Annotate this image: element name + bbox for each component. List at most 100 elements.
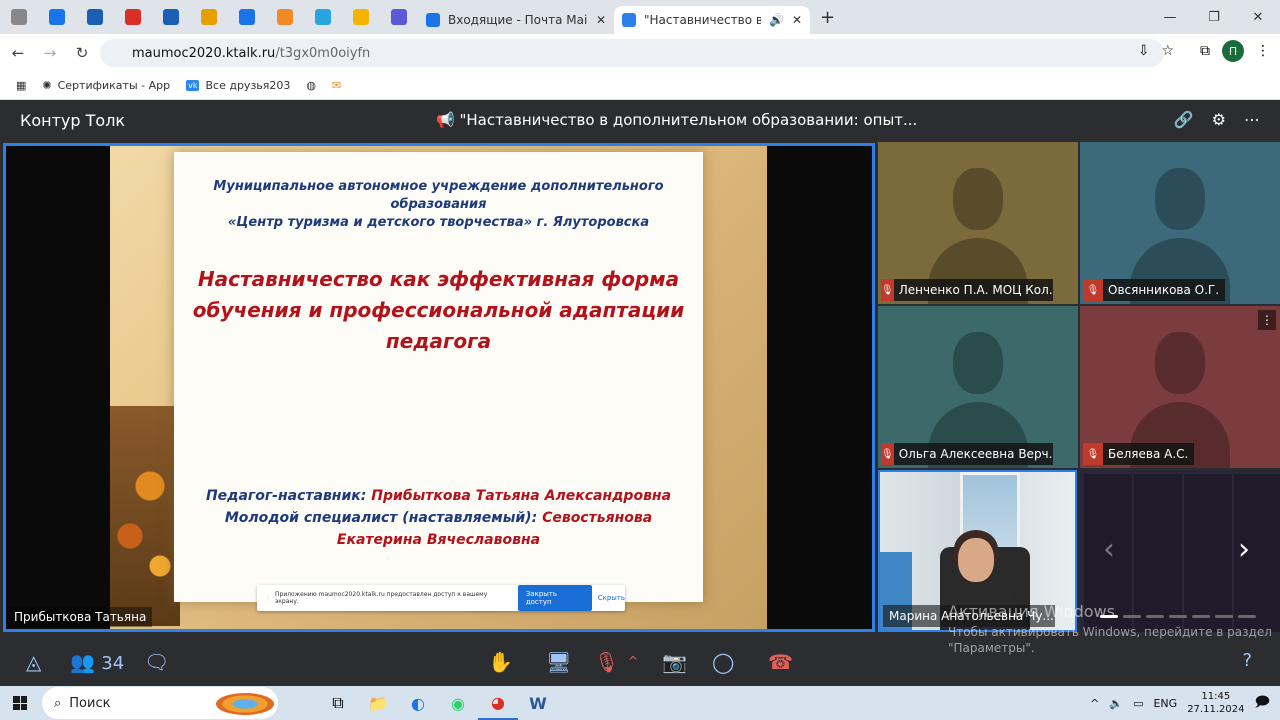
chevron-right-icon[interactable]: › — [1238, 532, 1250, 567]
stop-sharing-button[interactable]: Закрыть доступ — [517, 585, 592, 611]
chevron-up-icon[interactable]: ^ — [1090, 697, 1099, 710]
mic-muted-icon: 🎙 — [1083, 443, 1103, 465]
link-icon[interactable]: 🔗 — [1174, 110, 1194, 129]
maximize-button[interactable]: ❐ — [1192, 0, 1236, 34]
star-icon[interactable]: ☆ — [1161, 43, 1174, 59]
tab-ktalk[interactable]: "Наставничество в дополн 🔊 ✕ — [614, 6, 810, 34]
mail-bookmark-icon[interactable]: ✉ — [332, 79, 341, 92]
speaker-icon[interactable]: 🔊 — [769, 13, 784, 27]
close-icon[interactable]: ✕ — [792, 13, 802, 27]
meeting-title: 📢 "Наставничество в дополнительном образ… — [436, 111, 918, 129]
pinned-tab-icon[interactable] — [342, 0, 380, 34]
task-view-icon[interactable]: ⧉ — [318, 686, 358, 720]
profile-avatar[interactable]: П — [1222, 40, 1244, 62]
reload-button[interactable]: ↻ — [68, 44, 96, 62]
pinned-tab-icon[interactable] — [76, 0, 114, 34]
mic-muted-icon: 🎙 — [881, 279, 894, 301]
megaphone-icon: 📢 — [436, 111, 460, 129]
search-icon: ⌕ — [54, 695, 62, 711]
participant-tile[interactable]: 🎙 Ольга Алексеевна Верч... — [878, 306, 1078, 468]
drag-handle-icon[interactable]: ⋮ — [265, 595, 271, 602]
pinned-tab-icon[interactable] — [380, 0, 418, 34]
help-icon[interactable]: ? — [1242, 650, 1252, 671]
volume-icon[interactable]: 🔈 — [1109, 697, 1123, 710]
page-indicator — [1100, 615, 1256, 618]
record-icon[interactable]: ◯ — [712, 650, 734, 674]
chrome-icon[interactable]: ◕ — [478, 686, 518, 720]
whatsapp-icon[interactable]: ◉ — [438, 686, 478, 720]
taskbar-search[interactable]: ⌕ Поиск — [42, 687, 278, 719]
apps-grid-icon[interactable]: ▦ — [16, 79, 26, 92]
camera-off-icon[interactable]: 📷 — [662, 650, 687, 674]
menu-icon[interactable]: ⋮ — [1256, 43, 1270, 59]
pinned-tab-icon[interactable] — [152, 0, 190, 34]
tab-mail[interactable]: Входящие - Почта Mail ✕ — [418, 6, 614, 34]
tile-menu-icon[interactable]: ⋮ — [1258, 310, 1276, 330]
participant-tile[interactable]: 🎙 Овсянникова О.Г. — [1080, 142, 1280, 304]
hide-notice-link[interactable]: Скрыть — [598, 594, 625, 602]
screen-share-icon[interactable]: 🖥 — [546, 650, 571, 674]
chat-icon[interactable]: 🗨 — [144, 650, 169, 674]
pinned-tabs — [0, 0, 418, 34]
browser-tab-strip: Входящие - Почта Mail ✕ "Наставничество … — [0, 0, 1280, 34]
presentation-slide: Муниципальное автономное учреждение допо… — [110, 146, 767, 629]
more-icon[interactable]: ⋯ — [1244, 110, 1260, 129]
word-icon[interactable]: W — [518, 686, 558, 720]
slide-content: Муниципальное автономное учреждение допо… — [174, 152, 703, 602]
url-domain: maumoc2020.ktalk.ru — [132, 45, 276, 61]
bookmark-certificates[interactable]: ✺ Сертификаты - App — [42, 79, 170, 92]
file-explorer-icon[interactable]: 📁 — [358, 686, 398, 720]
system-tray: ^ 🔈 ▭ ENG 11:45 27.11.2024 🗩 — [1090, 686, 1270, 720]
hang-up-icon[interactable]: ☎ — [768, 650, 793, 674]
globe-icon[interactable]: ◍ — [306, 79, 316, 92]
tab-label: "Наставничество в дополн — [644, 13, 761, 27]
pinned-tab-icon[interactable] — [228, 0, 266, 34]
slide-organization: Муниципальное автономное учреждение допо… — [213, 179, 664, 230]
notification-icon[interactable]: 🗩 — [1254, 691, 1270, 715]
pinned-tab-icon[interactable] — [114, 0, 152, 34]
pinned-tab-icon[interactable] — [38, 0, 76, 34]
chevron-left-icon[interactable]: ‹ — [1103, 532, 1115, 567]
conference-app: Контур Толк 📢 "Наставничество в дополнит… — [0, 100, 1280, 686]
close-window-button[interactable]: ✕ — [1236, 0, 1280, 34]
shapes-icon[interactable]: ◬ — [26, 650, 41, 674]
participant-label: 🎙 Ленченко П.А. МОЦ Кол... — [881, 279, 1053, 301]
extensions-icon[interactable]: ⧉ — [1200, 43, 1210, 59]
tab-label: Входящие - Почта Mail — [448, 13, 588, 27]
back-button[interactable]: ← — [4, 44, 32, 62]
pinned-tab-icon[interactable] — [190, 0, 228, 34]
close-icon[interactable]: ✕ — [596, 13, 606, 27]
windows-taskbar: ⌕ Поиск ⧉ 📁 ◐ ◉ ◕ W ^ 🔈 ▭ ENG 11:45 27.1… — [0, 686, 1280, 720]
chevron-up-icon[interactable]: ^ — [628, 654, 638, 668]
pinned-tab-icon[interactable] — [266, 0, 304, 34]
pinned-tab-icon[interactable] — [304, 0, 342, 34]
bookmarks-bar: ▦ ✺ Сертификаты - App vk Все друзья203 ◍ ✉ — [0, 72, 1280, 100]
app-logo: Контур Толк — [20, 110, 126, 130]
forward-button[interactable]: → — [36, 44, 64, 62]
edge-icon[interactable]: ◐ — [398, 686, 438, 720]
clock[interactable]: 11:45 27.11.2024 — [1187, 690, 1244, 716]
screen-share-stage[interactable]: Муниципальное автономное учреждение допо… — [3, 143, 875, 632]
mail-icon — [426, 13, 440, 27]
address-bar[interactable]: maumoc2020.ktalk.ru/t3gx0m0oiyfn — [100, 39, 1164, 67]
slide-title: Наставничество как эффективная форма обу… — [192, 267, 685, 353]
participants-button[interactable]: 👥 34 — [70, 650, 124, 674]
new-tab-button[interactable]: + — [820, 7, 835, 28]
gear-icon[interactable]: ⚙ — [1212, 110, 1226, 129]
minimize-button[interactable]: — — [1148, 0, 1192, 34]
bookmark-vk[interactable]: vk Все друзья203 — [186, 79, 290, 92]
window-controls: — ❐ ✕ — [1148, 0, 1280, 34]
participant-tile[interactable]: ⋮ 🎙 Беляева А.С. — [1080, 306, 1280, 468]
install-app-icon[interactable]: ⇩ — [1138, 43, 1150, 59]
language-indicator[interactable]: ENG — [1153, 697, 1177, 710]
raise-hand-icon[interactable]: ✋ — [488, 650, 513, 674]
participant-label: 🎙 Овсянникова О.Г. — [1083, 279, 1226, 301]
participant-tile[interactable]: 🎙 Ленченко П.А. МОЦ Кол... — [878, 142, 1078, 304]
mic-muted-icon: 🎙 — [881, 443, 894, 465]
battery-icon[interactable]: ▭ — [1133, 697, 1143, 710]
screen-share-notice: ⋮ Приложению maumoc2020.ktalk.ru предост… — [257, 585, 625, 611]
mic-off-icon[interactable]: 🎙 — [594, 650, 619, 674]
pinned-tab-icon[interactable] — [0, 0, 38, 34]
participant-label: 🎙 Беляева А.С. — [1083, 443, 1195, 465]
windows-start-icon[interactable] — [0, 696, 40, 710]
